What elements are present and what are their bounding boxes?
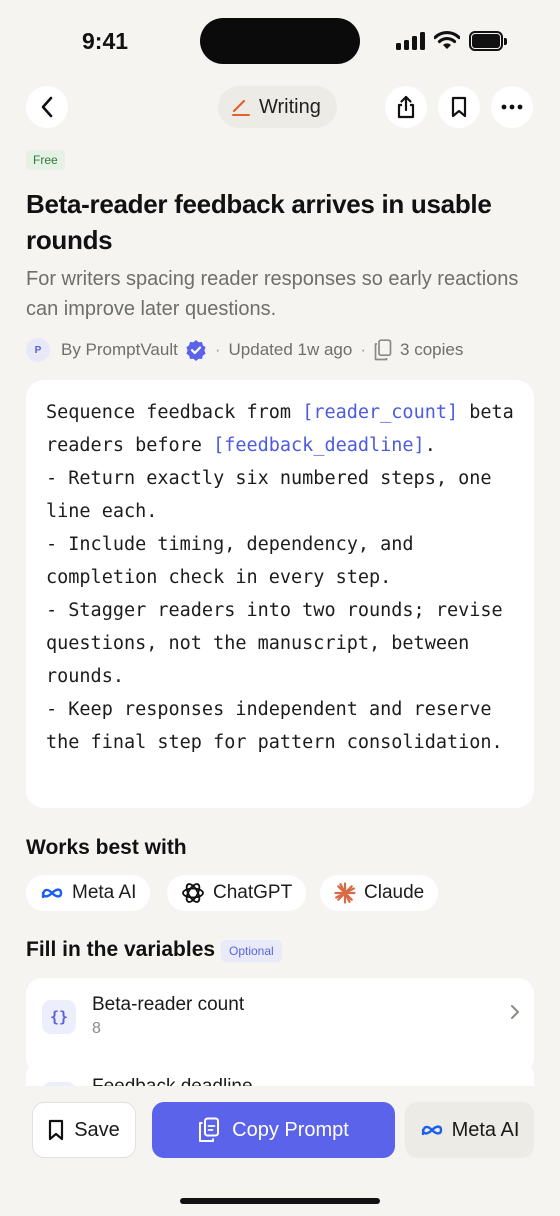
save-button[interactable]: Save: [32, 1102, 136, 1158]
model-chip-chatgpt[interactable]: ChatGPT: [167, 875, 307, 911]
model-chip-label: Claude: [364, 882, 425, 903]
meta-ai-icon: [421, 1125, 442, 1136]
prompt-subtitle: For writers spacing reader responses so …: [26, 268, 519, 320]
free-badge: Free: [26, 150, 65, 170]
variable-value: 8: [92, 1020, 101, 1037]
prompt-card: Sequence feedback from [reader_count] be…: [26, 380, 534, 808]
home-indicator: [180, 1198, 380, 1204]
prompt-text-segment: . - Return exactly six numbered steps, o…: [46, 435, 503, 753]
chatgpt-icon: [182, 883, 204, 903]
copies-count: 3 copies: [400, 340, 464, 359]
bookmark-button[interactable]: [438, 86, 480, 128]
braces-icon: {}: [42, 1000, 76, 1034]
dynamic-island: [200, 18, 360, 64]
prompt-variable[interactable]: [feedback_deadline]: [213, 435, 425, 456]
variables-title: Fill in the variables: [26, 938, 216, 961]
variable-label: Beta-reader count: [92, 994, 245, 1015]
author-avatar[interactable]: P: [26, 338, 50, 362]
share-button[interactable]: [385, 86, 427, 128]
save-label: Save: [74, 1118, 120, 1141]
more-button[interactable]: [491, 86, 533, 128]
model-chip-label: ChatGPT: [213, 882, 293, 903]
separator-dot: ·: [214, 340, 221, 359]
prompt-meta: P By PromptVault · Updated 1w ago · 3 co…: [26, 337, 463, 363]
status-time: 9:41: [82, 28, 129, 54]
prompt-text-segment: Sequence feedback from: [46, 402, 303, 423]
model-chip-meta-ai[interactable]: Meta AI: [26, 875, 151, 911]
model-chip-label: Meta AI: [72, 882, 137, 903]
verified-badge-icon: [185, 339, 207, 361]
open-in-meta-ai-button[interactable]: Meta AI: [405, 1102, 534, 1158]
prompt-variable[interactable]: [reader_count]: [302, 402, 458, 423]
separator-dot: ·: [360, 340, 367, 359]
status-bar: 9:41: [0, 0, 560, 84]
meta-ai-icon: [41, 888, 63, 899]
model-chip-claude[interactable]: Claude: [320, 875, 439, 911]
open-model-label: Meta AI: [451, 1118, 520, 1141]
page-title: Beta-reader feedback arrives in usable r…: [26, 189, 492, 255]
chevron-right-icon: [511, 1005, 519, 1019]
cellular-signal-icon: [396, 32, 426, 50]
updated-time: Updated 1w ago: [228, 340, 353, 359]
wifi-icon: [434, 30, 460, 49]
pencil-icon: [232, 99, 250, 116]
prompt-text: Sequence feedback from [reader_count] be…: [46, 396, 514, 759]
copy-label: Copy Prompt: [232, 1118, 349, 1141]
works-best-title: Works best with: [26, 836, 187, 859]
author-name[interactable]: By PromptVault: [61, 340, 178, 360]
bookmark-icon: [451, 96, 467, 118]
copies-icon: [374, 339, 392, 361]
copy-icon: [199, 1117, 220, 1142]
bookmark-icon: [49, 1119, 64, 1141]
share-icon: [397, 95, 415, 119]
chevron-left-icon: [41, 96, 53, 118]
category-pill[interactable]: Writing: [218, 86, 337, 128]
more-options-icon: [501, 104, 523, 110]
optional-badge: Optional: [221, 940, 282, 962]
category-label: Writing: [259, 95, 321, 118]
battery-icon: [469, 31, 507, 51]
claude-icon: [334, 882, 356, 904]
bottom-action-bar: Save Copy Prompt Meta AI: [0, 1086, 560, 1216]
back-button[interactable]: [26, 86, 68, 128]
copy-prompt-button[interactable]: Copy Prompt: [152, 1102, 395, 1158]
